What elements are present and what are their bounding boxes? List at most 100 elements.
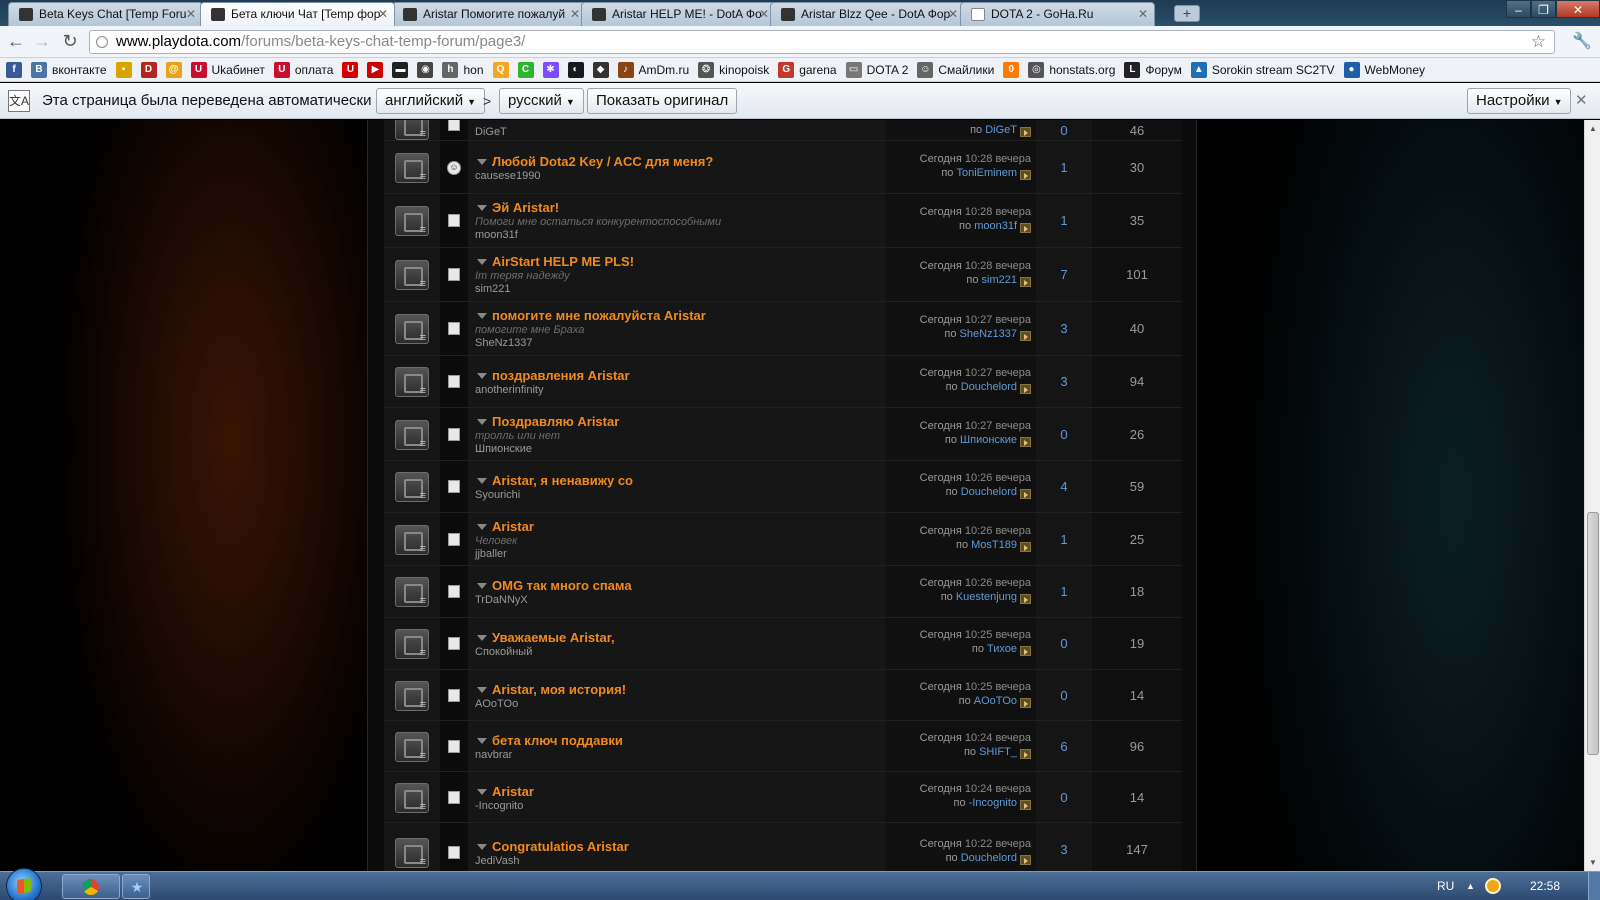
tab-close-icon[interactable]: ✕ [186,3,196,25]
thread-author-link[interactable]: navbrar [475,749,512,761]
thread-title-link[interactable]: Aristar [492,784,534,799]
go-to-last-post-icon[interactable] [1020,697,1031,708]
start-button[interactable] [6,868,42,900]
thread-title-link[interactable]: AirStart HELP ME PLS! [492,254,634,269]
thread-title-link[interactable]: Эй Aristar! [492,200,559,215]
scrollbar-thumb[interactable] [1587,512,1599,755]
bookmark-item[interactable]: ▪ [115,61,132,78]
language-indicator[interactable]: RU [1437,872,1454,900]
thread-title-link[interactable]: Aristar [492,519,534,534]
show-desktop-button[interactable] [1588,872,1600,900]
expand-triangle-icon[interactable] [477,788,487,795]
clock[interactable]: 22:58 [1530,872,1560,900]
bookmark-item[interactable]: U Ukабинет [190,61,265,78]
minimize-button[interactable]: – [1506,0,1531,18]
last-post-user-link[interactable]: Douchelord [961,486,1017,498]
replies-count[interactable]: 6 [1036,721,1092,771]
wrench-menu-icon[interactable]: 🔧 [1572,31,1592,51]
expand-triangle-icon[interactable] [477,373,487,379]
bookmark-item[interactable]: ▭ DOTA 2 [845,61,908,78]
replies-count[interactable]: 0 [1036,772,1092,822]
expand-triangle-icon[interactable] [477,583,487,589]
new-tab-button[interactable]: + [1174,5,1200,22]
last-post-user-link[interactable]: Kuestenjung [956,591,1017,603]
reload-button[interactable]: ↻ [59,30,81,52]
bookmark-item[interactable]: ❂ kinopoisk [698,61,769,78]
expand-triangle-icon[interactable] [477,205,487,211]
taskbar-chrome[interactable] [62,874,120,899]
expand-triangle-icon[interactable] [477,478,487,484]
go-to-last-post-icon[interactable] [1020,489,1031,499]
thread-author-link[interactable]: JediVash [475,855,519,867]
thread-author-link[interactable]: causese1990 [475,170,540,182]
expand-triangle-icon[interactable] [477,523,487,530]
thread-author-link[interactable]: TrDaNNyX [475,594,528,606]
go-to-last-post-icon[interactable] [1020,646,1031,656]
replies-count[interactable]: 1 [1036,141,1092,193]
vertical-scrollbar[interactable]: ▲ ▼ [1584,120,1600,871]
replies-count[interactable]: 3 [1036,302,1092,355]
replies-count[interactable]: 7 [1036,248,1092,301]
bookmark-item[interactable]: D [140,61,157,78]
close-icon[interactable]: ✕ [1575,83,1588,119]
browser-tab[interactable]: Beta Keys Chat [Temp Foru ✕ [8,2,203,26]
bookmark-item[interactable]: ▲ Sorokin stream SC2TV [1190,61,1335,78]
bookmark-item[interactable]: ✱ [542,61,559,78]
thread-title-link[interactable]: Поздравляю Aristar [492,414,619,429]
last-post-user-link[interactable]: AOoTOo [974,695,1017,707]
go-to-last-post-icon[interactable] [1020,277,1031,287]
thread-status-icon[interactable] [395,577,429,607]
go-to-last-post-icon[interactable] [1020,799,1031,810]
expand-triangle-icon[interactable] [477,844,487,850]
go-to-last-post-icon[interactable] [1020,748,1031,759]
bookmark-item[interactable]: ▶ [367,61,384,78]
last-post-user-link[interactable]: Шпионские [960,434,1017,446]
bookmark-item[interactable]: @ [165,61,182,78]
replies-count[interactable]: 1 [1036,513,1092,565]
browser-tab[interactable]: Aristar Помогите пожалуй ✕ [392,2,587,26]
bookmark-item[interactable]: Ввконтакте [31,61,107,78]
forward-button[interactable]: → [31,30,53,52]
taskbar-app[interactable]: ★ [122,874,150,899]
back-button[interactable]: ← [5,30,27,52]
replies-count[interactable]: 3 [1036,356,1092,407]
thread-status-icon[interactable] [395,367,429,397]
thread-author-link[interactable]: Спокойный [475,646,532,658]
thread-author-link[interactable]: -Incognito [475,800,523,812]
last-post-user-link[interactable]: SHIFT_ [979,746,1017,758]
thread-status-icon[interactable] [395,680,429,711]
bookmark-item[interactable]: f [6,61,22,78]
replies-count[interactable]: 0 [1036,120,1092,140]
thread-status-icon[interactable] [395,629,429,659]
expand-triangle-icon[interactable] [477,158,487,165]
bookmark-star-icon[interactable]: ☆ [1531,31,1546,53]
show-original-button[interactable]: Показать оригинал [587,88,738,114]
bookmark-item[interactable]: Uоплата [273,61,333,78]
bookmark-item[interactable]: ◐ [567,61,584,78]
show-hidden-icons-icon[interactable]: ▲ [1466,872,1475,900]
thread-author-link[interactable]: jjballer [475,548,507,560]
thread-title-link[interactable]: Aristar, я ненавижу со [492,473,633,488]
thread-author-link[interactable]: SheNz1337 [475,337,533,349]
last-post-user-link[interactable]: Тихое [987,643,1017,655]
bookmark-item[interactable]: ☺ Смайлики [917,61,994,78]
bookmark-item[interactable]: ♪ AmDm.ru [617,61,689,78]
go-to-last-post-icon[interactable] [1020,541,1031,552]
thread-author-link[interactable]: moon31f [475,229,518,241]
expand-triangle-icon[interactable] [477,635,487,641]
maximize-button[interactable]: ❐ [1531,0,1556,18]
browser-tab[interactable]: Aristar Blzz Qee - DotA Фор ✕ [770,2,965,26]
expand-triangle-icon[interactable] [477,737,487,744]
thread-status-icon[interactable] [395,472,429,502]
thread-status-icon[interactable] [395,120,429,140]
thread-title-link[interactable]: бета ключ поддавки [492,733,623,748]
bookmark-item[interactable]: ◆ [592,61,609,78]
last-post-user-link[interactable]: Douchelord [961,852,1017,864]
thread-status-icon[interactable] [395,419,429,450]
bookmark-item[interactable]: ◎ honstats.org [1028,61,1115,78]
browser-tab[interactable]: Aristar HELP ME! - DotA Фо ✕ [581,2,776,26]
thread-author-link[interactable]: Syourichi [475,489,520,501]
tab-close-icon[interactable]: ✕ [378,3,388,25]
go-to-last-post-icon[interactable] [1020,127,1031,137]
expand-triangle-icon[interactable] [477,313,487,319]
